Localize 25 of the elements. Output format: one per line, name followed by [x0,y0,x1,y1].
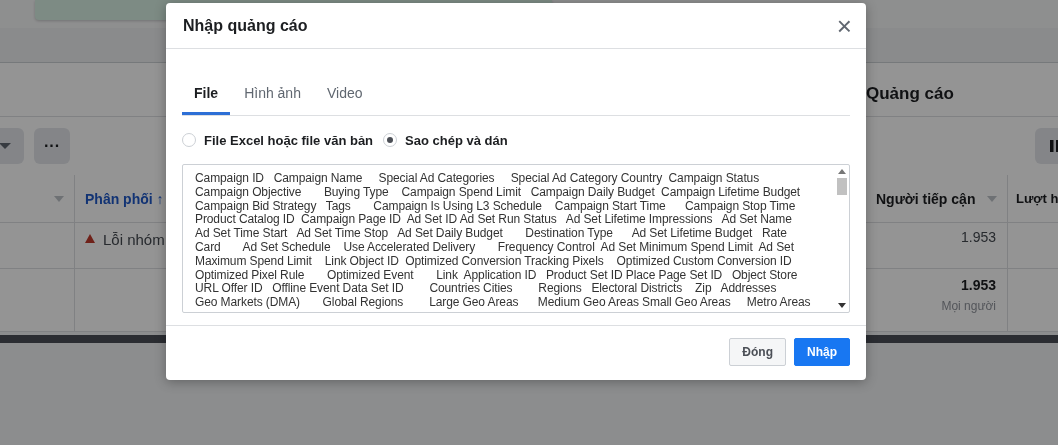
sort-caret-icon [987,195,997,202]
close-text-button[interactable]: Đóng [729,338,786,366]
table-cell: 1.953 [960,277,996,293]
scroll-down-icon[interactable] [837,303,846,308]
tab[interactable]: Hình ảnh [232,73,313,115]
cell-note: Mọi người [941,299,996,313]
sort-caret-icon [54,195,64,202]
column-header[interactable]: Phân phối ↑ [85,190,164,207]
close-button[interactable]: × [832,12,856,39]
radio-label: Sao chép và dán [405,132,508,148]
dialog-title: Nhập quảng cáo [183,16,308,35]
column-header[interactable]: Lượt h [1016,191,1058,206]
import-button[interactable]: Nhập [794,338,850,366]
table-cell: 1.953 [960,229,996,245]
more-button[interactable]: ··· [34,128,70,164]
scrollbar-thumb[interactable] [836,178,847,195]
column-header[interactable]: Người tiếp cận [876,190,976,207]
pause-icon [1050,140,1058,152]
table-cell: Lỗi nhóm [103,231,165,248]
tab[interactable]: Video [314,73,375,115]
paste-text-area[interactable]: Campaign ID Campaign Name Special Ad Categories Special Ad Category Country Campaign Status Campaign Objective Buying Type Campaign Spend Limit Campaign Daily Budget Campaign Lifetime Budget Campaign Bid Strategy Tags Campaign Is Using L3 Schedule Campaign Start Time Campaign Stop Time Product Catalog ID Campaign Page ID Ad Set ID Ad Set Run Status Ad Set Lifetime Impressions Ad Set Name Ad Set Time Start Ad Set Time Stop Ad Set Daily Budget Destination Type Ad Set Lifetime Budget Rate Card Ad Set Schedule Use Accelerated Delivery Frequency Control Ad Set Minimum Spend Limit Ad Set Maximum Spend Limit Link Object ID Optimized Conversion Tracking Pixels Optimized Custom Conversion ID Optimized Pixel Rule Optimized Event Link Application ID Product Set ID Place Page Set ID Object Store URL Offer ID Offline Event Data Set ID Countries Cities Regions Electoral Districts Zip Addresses Geo Markets (DMA) Global Regions Large Geo Areas Medium Geo Areas Small Geo Areas Metro Areas [182,164,850,313]
tab[interactable]: File [182,73,231,115]
radio-label: File Excel hoặc file văn bản [204,132,374,148]
section-title: Quảng cáo [866,83,955,104]
caret-icon [0,142,11,150]
